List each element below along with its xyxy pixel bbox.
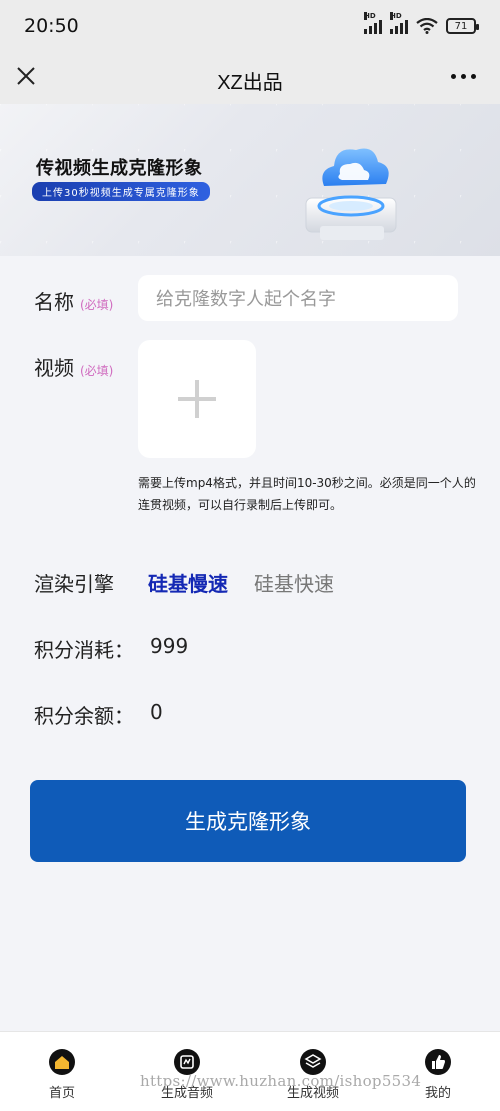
name-input-placeholder: 给克隆数字人起个名字 bbox=[156, 289, 336, 310]
more-horizontal-icon[interactable] bbox=[451, 74, 476, 79]
watermark: https://www.huzhan.com/ishop5534 bbox=[140, 1072, 422, 1090]
status-bar: 20:50 HD HD 71 bbox=[0, 0, 500, 56]
generate-clone-button[interactable]: 生成克隆形象 bbox=[30, 780, 466, 862]
banner-subtitle: 上传30秒视频生成专属克隆形象 bbox=[32, 182, 210, 201]
close-icon[interactable] bbox=[14, 64, 38, 88]
plus-icon bbox=[178, 380, 216, 418]
engine-option-slow[interactable]: 硅基慢速 bbox=[148, 568, 228, 597]
required-mark: (必填) bbox=[80, 298, 114, 312]
video-upload-button[interactable] bbox=[138, 340, 256, 458]
battery-icon: 71 bbox=[446, 18, 479, 34]
banner-title: 传视频生成克隆形象 bbox=[36, 158, 203, 179]
battery-level: 71 bbox=[454, 20, 468, 32]
name-input[interactable]: 给克隆数字人起个名字 bbox=[138, 275, 458, 321]
thumbs-up-icon bbox=[425, 1049, 451, 1075]
banner: 传视频生成克隆形象 上传30秒视频生成专属克隆形象 bbox=[0, 104, 500, 256]
engine-label: 渲染引擎 bbox=[34, 572, 114, 596]
page-title: XZ出品 bbox=[217, 71, 283, 94]
tab-home[interactable]: 首页 bbox=[22, 1048, 102, 1101]
video-label: 视频 (必填) bbox=[34, 356, 114, 380]
balance-value: 0 bbox=[150, 700, 163, 724]
tab-bar: 首页 生成音频 生成视频 我的 bbox=[0, 1031, 500, 1111]
balance-label: 积分余额： bbox=[34, 704, 134, 728]
upload-hint: 需要上传mp4格式，并且时间10-30秒之间。必须是同一个人的连贯视频，可以自行… bbox=[138, 476, 476, 512]
name-label: 名称 (必填) bbox=[34, 290, 114, 314]
required-mark: (必填) bbox=[80, 364, 114, 378]
home-icon bbox=[49, 1049, 75, 1075]
cost-value: 999 bbox=[150, 634, 189, 658]
cloud-icon bbox=[305, 148, 397, 240]
tab-home-label: 首页 bbox=[48, 1086, 75, 1101]
wifi-icon bbox=[416, 18, 438, 34]
cost-label: 积分消耗： bbox=[34, 638, 134, 662]
nav-bar: XZ出品 bbox=[0, 56, 500, 104]
banner-background bbox=[0, 104, 500, 256]
status-time: 20:50 bbox=[24, 15, 79, 37]
engine-option-fast[interactable]: 硅基快速 bbox=[254, 568, 334, 597]
status-icons: HD HD 71 bbox=[364, 12, 479, 34]
signal-icon: HD bbox=[364, 12, 382, 34]
signal-icon: HD bbox=[390, 12, 408, 34]
